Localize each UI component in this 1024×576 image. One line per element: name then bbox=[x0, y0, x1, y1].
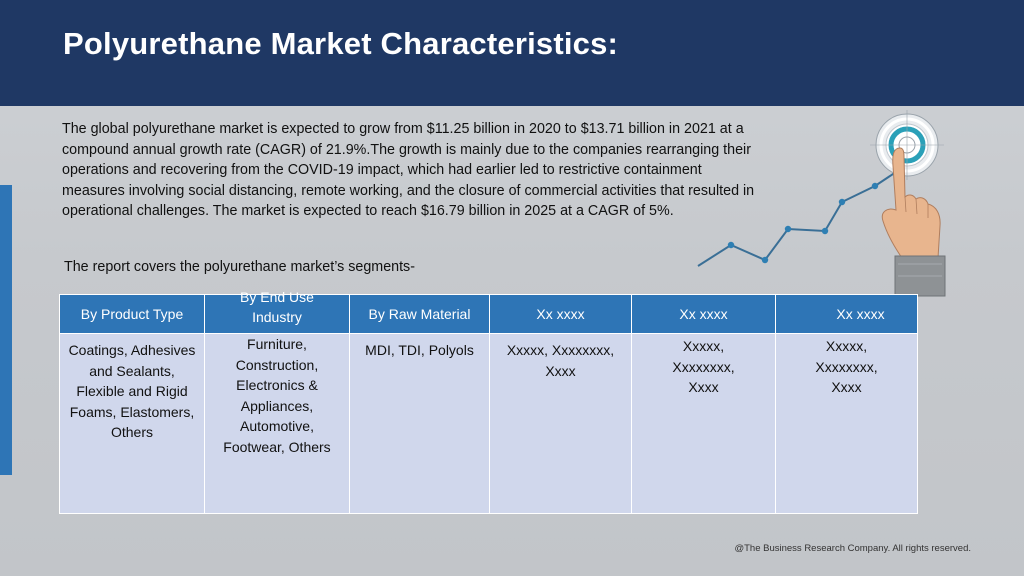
growth-illustration bbox=[697, 110, 946, 297]
segments-table: By Product Type By End Use Industry By R… bbox=[59, 289, 918, 514]
growth-line-icon bbox=[697, 165, 906, 267]
copyright-footer: @The Business Research Company. All righ… bbox=[734, 543, 971, 554]
intro-paragraph: The global polyurethane market is expect… bbox=[62, 121, 755, 219]
table-cell: Xxxxx, Xxxxxxxx, Xxxx bbox=[631, 333, 776, 514]
table-cell: Furniture, Construction, Electronics & A… bbox=[204, 333, 350, 514]
title-bar: Polyurethane Market Characteristics: bbox=[0, 0, 1024, 106]
target-icon bbox=[870, 110, 944, 180]
segments-note: The report covers the polyurethane marke… bbox=[64, 259, 415, 275]
table-row: Coatings, Adhesives and Sealants, Flexib… bbox=[59, 333, 918, 514]
table-header-cell: By Raw Material bbox=[349, 294, 490, 334]
table-cell: Xxxxx, Xxxxxxxx, Xxxx bbox=[775, 333, 918, 514]
left-accent-bar bbox=[0, 185, 12, 475]
table-header-row: By Product Type By End Use Industry By R… bbox=[59, 289, 918, 334]
page-title: Polyurethane Market Characteristics: bbox=[63, 26, 619, 61]
table-header-cell: Xx xxxx bbox=[775, 294, 918, 334]
table-header-cell: Xx xxxx bbox=[631, 294, 776, 334]
table-header-cell: Xx xxxx bbox=[489, 294, 632, 334]
table-cell: MDI, TDI, Polyols bbox=[349, 333, 490, 514]
table-cell: Coatings, Adhesives and Sealants, Flexib… bbox=[59, 333, 205, 514]
table-header-cell: By Product Type bbox=[59, 294, 205, 334]
table-cell: Xxxxx, Xxxxxxxx, Xxxx bbox=[489, 333, 632, 514]
table-header-cell: By End Use Industry bbox=[204, 289, 350, 334]
